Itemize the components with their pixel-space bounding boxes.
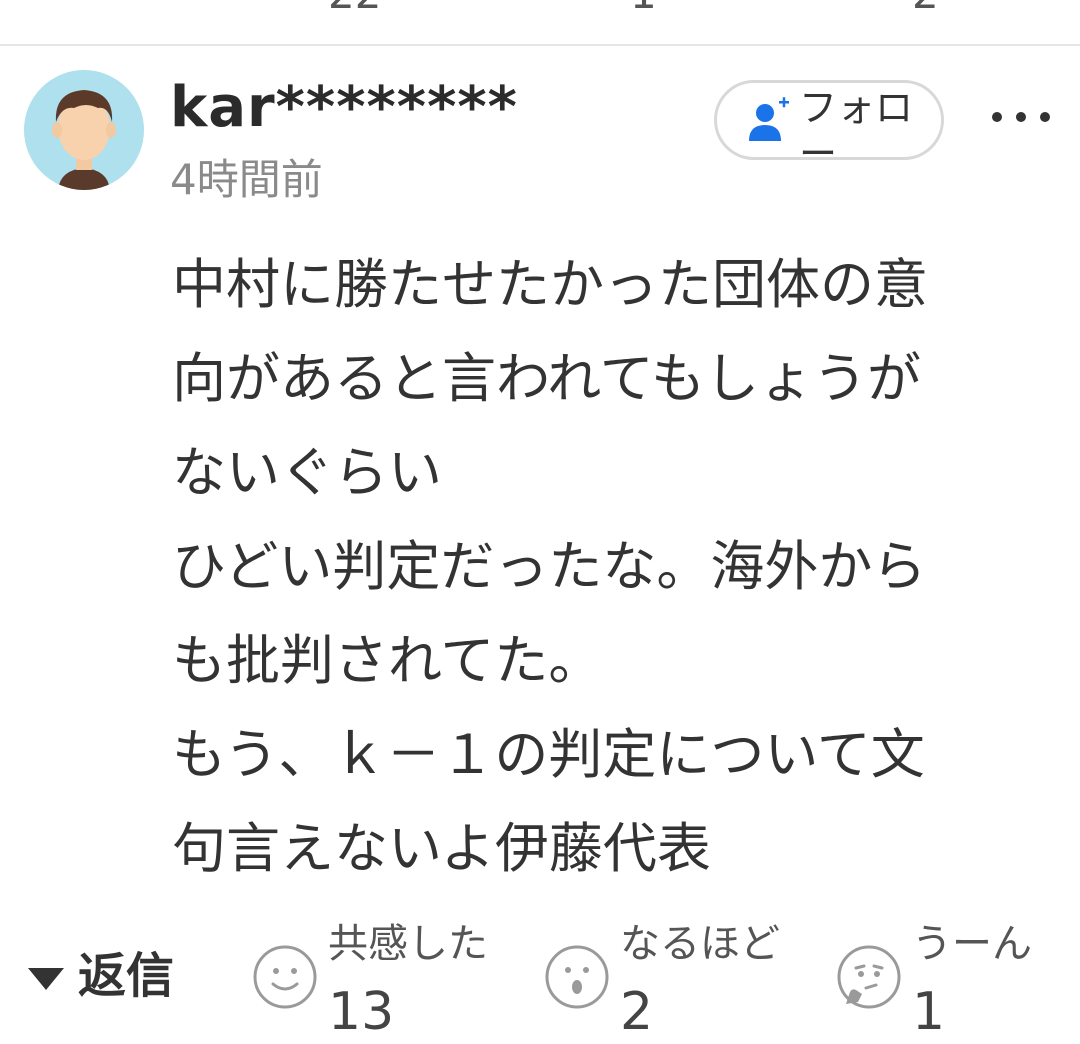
add-user-icon <box>745 97 793 149</box>
reaction-count: 2 <box>620 982 654 1042</box>
reaction-count: 13 <box>328 982 395 1042</box>
divider <box>0 44 1080 46</box>
previous-count: 22 <box>328 0 381 14</box>
smile-face-icon <box>253 945 317 1009</box>
previous-count: 2 <box>912 0 939 14</box>
more-options-icon[interactable] <box>990 112 1054 126</box>
avatar[interactable] <box>24 70 144 190</box>
timestamp: 4時間前 <box>170 155 323 204</box>
comment-text: 中村に勝たせたかった団体の意 向があると言われてもしょうが ないぐらい ひどい判… <box>172 253 928 880</box>
surprised-face-icon <box>545 945 609 1009</box>
reply-label: 返信 <box>78 948 175 1004</box>
reaction-label: なるほど <box>620 921 780 967</box>
previous-reaction-counts: 22 1 2 <box>0 0 1080 14</box>
username[interactable]: kar******** <box>170 76 518 140</box>
reaction-count: 1 <box>912 982 946 1042</box>
reaction-label: 共感した <box>328 921 488 967</box>
follow-label: フォロー <box>799 86 914 176</box>
thinking-face-icon <box>837 945 901 1009</box>
caret-down-icon <box>28 968 64 990</box>
previous-count: 1 <box>630 0 657 14</box>
follow-button[interactable]: フォロー <box>714 80 944 176</box>
default-user-icon <box>52 90 116 190</box>
reaction-label: うーん <box>912 921 1032 967</box>
